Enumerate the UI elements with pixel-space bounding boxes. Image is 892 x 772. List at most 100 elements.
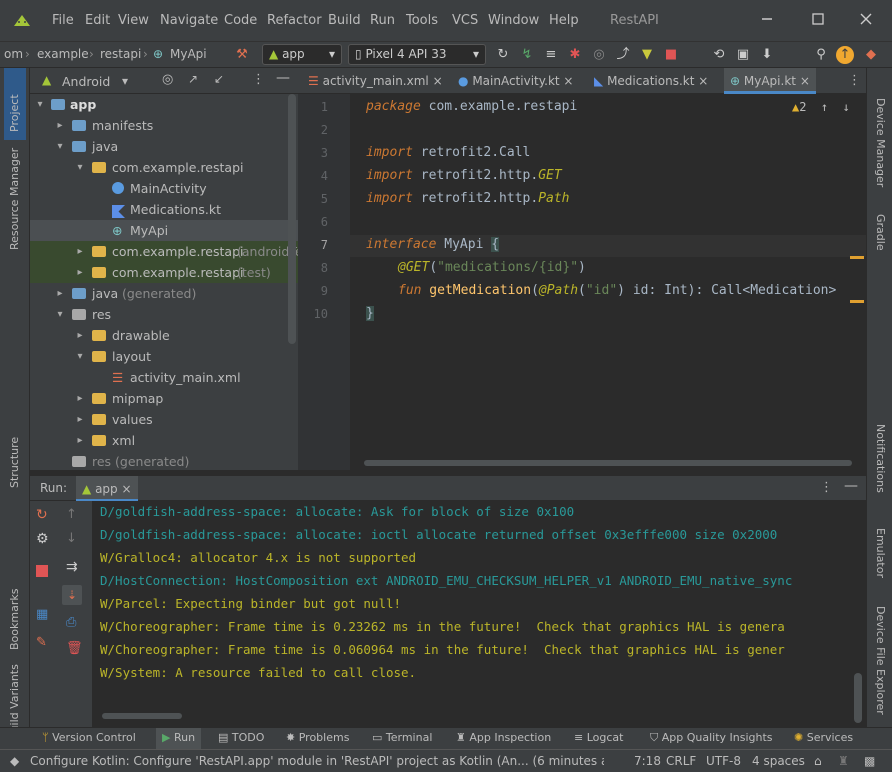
chevron-right-icon[interactable]: ▸ xyxy=(54,283,66,304)
chevron-down-icon[interactable]: ▾ xyxy=(122,74,128,88)
profile-icon[interactable]: ◎ xyxy=(590,46,608,64)
options-menu-icon[interactable]: ⋮ xyxy=(820,480,833,495)
menu-tools[interactable]: Tools xyxy=(406,13,438,28)
resource-manager-label[interactable]: Resource Manager xyxy=(8,148,21,250)
update-icon[interactable]: ↑ xyxy=(836,46,854,64)
chevron-down-icon[interactable]: ▾ xyxy=(74,346,86,367)
close-tab-icon[interactable]: × xyxy=(800,74,810,88)
breadcrumb-example[interactable]: example xyxy=(37,47,89,61)
stop-icon[interactable] xyxy=(36,565,48,577)
close-tab-icon[interactable]: × xyxy=(563,74,573,88)
attach-debugger-icon[interactable]: ⤴ xyxy=(614,46,632,64)
menu-file[interactable]: File xyxy=(52,13,74,28)
more-tabs-icon[interactable]: ⋮ xyxy=(848,73,861,88)
clear-all-icon[interactable]: 🗑 xyxy=(66,641,83,656)
console-scrollbar[interactable] xyxy=(854,673,862,723)
device-select[interactable]: ▯ Pixel 4 API 33 ▾ xyxy=(348,44,486,65)
tool-services[interactable]: ✺ Services xyxy=(794,731,853,744)
tree-scrollbar[interactable] xyxy=(288,94,296,344)
tool-app-quality-insights[interactable]: ⛉ App Quality Insights xyxy=(650,731,773,745)
run-console[interactable]: D/goldfish-address-space: allocate: Ask … xyxy=(92,501,866,727)
chevron-right-icon[interactable]: ▸ xyxy=(74,388,86,409)
menu-window[interactable]: Window xyxy=(488,13,539,28)
tree-item-layout[interactable]: ▾ layout xyxy=(30,346,298,367)
tree-item-package-androidtest[interactable]: ▸ com.example.restapi (androidTest) xyxy=(30,241,298,262)
expand-all-icon[interactable]: ↗ xyxy=(188,72,198,86)
notifications-label[interactable]: Notifications xyxy=(874,424,887,493)
menu-code[interactable]: Code xyxy=(224,13,257,28)
tree-item-medications[interactable]: Medications.kt xyxy=(30,199,298,220)
menu-edit[interactable]: Edit xyxy=(85,13,110,28)
horizontal-scrollbar[interactable] xyxy=(364,460,852,466)
tab-medications[interactable]: ◣ Medications.kt × xyxy=(594,68,708,94)
code-editor[interactable]: 1 2 3 4 5 6 7 8 9 10 package com.example… xyxy=(298,94,866,470)
run-config-select[interactable]: ▲ app ▾ xyxy=(262,44,342,65)
bookmarks-label[interactable]: Bookmarks xyxy=(8,589,21,650)
tree-item-res-generated[interactable]: res (generated) xyxy=(30,451,298,470)
menu-build[interactable]: Build xyxy=(328,13,361,28)
next-highlight-icon[interactable]: ↓ xyxy=(835,100,850,114)
status-message[interactable]: Configure Kotlin: Configure 'RestAPI.app… xyxy=(30,754,604,768)
chevron-down-icon[interactable]: ▾ xyxy=(54,304,66,325)
menu-navigate[interactable]: Navigate xyxy=(160,13,218,28)
tool-todo[interactable]: ▤ TODO xyxy=(218,731,264,744)
sdk-manager-icon[interactable]: ⬇ xyxy=(758,46,776,64)
tab-activity-main-xml[interactable]: ☰ activity_main.xml × xyxy=(308,68,443,94)
inspection-widget[interactable]: ▲2 ↑ ↓ xyxy=(792,100,850,114)
previous-highlight-icon[interactable]: ↑ xyxy=(814,100,828,114)
chevron-right-icon[interactable]: ▸ xyxy=(54,115,66,136)
menu-refactor[interactable]: Refactor xyxy=(267,13,322,28)
tool-problems[interactable]: ✸ Problems xyxy=(286,731,349,744)
settings-gear-icon[interactable]: ⚙ xyxy=(36,531,49,547)
run-tab-app[interactable]: ▲ app × xyxy=(76,476,138,502)
tool-version-control[interactable]: ᛘ Version Control xyxy=(42,731,136,744)
structure-label[interactable]: Structure xyxy=(8,437,21,488)
tree-item-myapi[interactable]: ⊕ MyApi xyxy=(30,220,298,241)
project-tool-label[interactable]: Project xyxy=(8,94,21,132)
apply-changes-icon[interactable]: ↯ xyxy=(518,46,536,64)
tree-item-java[interactable]: ▾ java xyxy=(30,136,298,157)
pin-tab-icon[interactable]: ✎ xyxy=(36,635,47,650)
caret-position[interactable]: 7:18 xyxy=(634,754,661,768)
device-manager-icon[interactable]: ▣ xyxy=(734,46,752,64)
line-separator[interactable]: CRLF xyxy=(666,754,696,768)
apply-code-changes-icon[interactable]: ≡ xyxy=(542,46,560,64)
console-horizontal-scrollbar[interactable] xyxy=(102,713,182,719)
scroll-to-end-icon[interactable]: ⇣ xyxy=(62,585,82,605)
tree-item-activity-main-xml[interactable]: ☰ activity_main.xml xyxy=(30,367,298,388)
close-tab-icon[interactable]: × xyxy=(121,482,131,496)
tab-myapi[interactable]: ⊕ MyApi.kt × xyxy=(724,68,816,94)
breadcrumb-myapi[interactable]: MyApi xyxy=(170,47,207,61)
chevron-right-icon[interactable]: ▸ xyxy=(74,409,86,430)
chevron-right-icon[interactable]: ▸ xyxy=(74,430,86,451)
menu-vcs[interactable]: VCS xyxy=(452,13,478,28)
tree-item-package-test[interactable]: ▸ com.example.restapi (test) xyxy=(30,262,298,283)
make-project-hammer-icon[interactable]: ⚒ xyxy=(233,46,251,64)
gradle-label[interactable]: Gradle xyxy=(874,214,887,251)
tree-item-mainactivity[interactable]: MainActivity xyxy=(30,178,298,199)
device-manager-label[interactable]: Device Manager xyxy=(874,98,887,187)
chevron-down-icon[interactable]: ▾ xyxy=(54,136,66,157)
tree-item-java-generated[interactable]: ▸ java (generated) xyxy=(30,283,298,304)
tree-item-manifests[interactable]: ▸ manifests xyxy=(30,115,298,136)
tool-app-inspection[interactable]: ♜ App Inspection xyxy=(456,731,551,744)
chevron-down-icon[interactable]: ▾ xyxy=(74,157,86,178)
breadcrumb-restapi[interactable]: restapi xyxy=(100,47,141,61)
sync-gradle-icon[interactable]: ⟲ xyxy=(710,46,728,64)
scroll-down-icon[interactable]: ↓ xyxy=(66,531,77,546)
debug-icon[interactable]: ✱ xyxy=(566,46,584,64)
tool-logcat[interactable]: ≡ Logcat xyxy=(574,731,623,744)
vcs-status-icon[interactable]: ⌂ xyxy=(814,754,822,768)
breadcrumb-module[interactable]: om xyxy=(4,47,23,61)
tree-item-xml[interactable]: ▸ xml xyxy=(30,430,298,451)
chevron-right-icon[interactable]: ▸ xyxy=(74,241,86,262)
soft-wrap-icon[interactable]: ⇉ xyxy=(66,559,78,575)
rerun-icon[interactable]: ↻ xyxy=(494,46,512,64)
rerun-icon[interactable]: ↻ xyxy=(36,507,48,523)
layout-icon[interactable]: ▦ xyxy=(36,607,48,622)
indent-setting[interactable]: 4 spaces xyxy=(752,754,805,768)
menu-view[interactable]: View xyxy=(118,13,149,28)
error-stripe-marker[interactable] xyxy=(850,300,864,303)
tool-run[interactable]: ▶ Run xyxy=(156,728,202,750)
chevron-right-icon[interactable]: ▸ xyxy=(74,262,86,283)
